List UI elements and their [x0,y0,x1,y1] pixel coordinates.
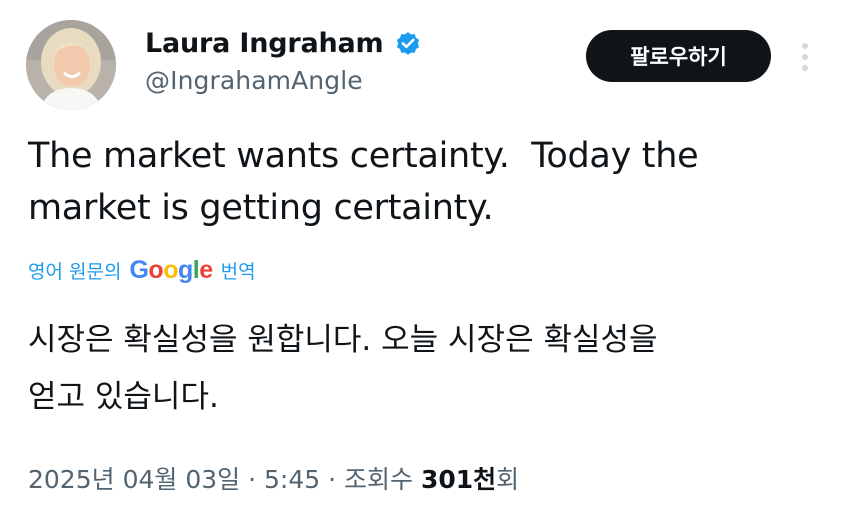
tweet-text-line: market is getting certainty. [28,188,494,228]
verified-badge-icon[interactable] [394,29,422,57]
translated-text-line: 얻고 있습니다. [28,379,219,415]
name-row: Laura Ingraham [145,24,422,62]
translate-link[interactable]: 영어 원문의 Google 번역 [28,256,256,285]
meta-separator: · [328,465,337,494]
translate-suffix: 번역 [220,261,256,283]
translate-prefix: 영어 원문의 [28,261,122,283]
tweet-text: The market wants certainty. Today the ma… [28,130,808,234]
avatar[interactable] [26,20,116,110]
tweet-date[interactable]: 2025년 04월 03일 [28,465,240,494]
tweet-meta: 2025년 04월 03일 · 5:45 · 조회수 301천회 [28,460,519,496]
display-name[interactable]: Laura Ingraham [145,28,384,59]
tweet-time[interactable]: 5:45 [264,465,320,494]
tweet-card: Laura Ingraham @IngrahamAngle 팔로우하기 The … [0,0,850,514]
views-label: 조회수 [344,465,414,494]
follow-button[interactable]: 팔로우하기 [586,30,771,82]
author-block: Laura Ingraham @IngrahamAngle [145,24,422,95]
handle[interactable]: @IngrahamAngle [145,66,422,95]
more-vertical-icon[interactable] [793,40,817,74]
translated-text: 시장은 확실성을 원합니다. 오늘 시장은 확실성을 얻고 있습니다. [28,312,808,426]
translated-text-line: 시장은 확실성을 원합니다. 오늘 시장은 확실성을 [28,322,658,358]
views-suffix: 회 [496,465,520,494]
google-logo: Google [129,256,213,284]
avatar-photo [26,20,116,110]
meta-separator: · [248,465,257,494]
tweet-text-line: The market wants certainty. Today the [28,136,699,176]
views-count[interactable]: 301천 [421,465,496,494]
